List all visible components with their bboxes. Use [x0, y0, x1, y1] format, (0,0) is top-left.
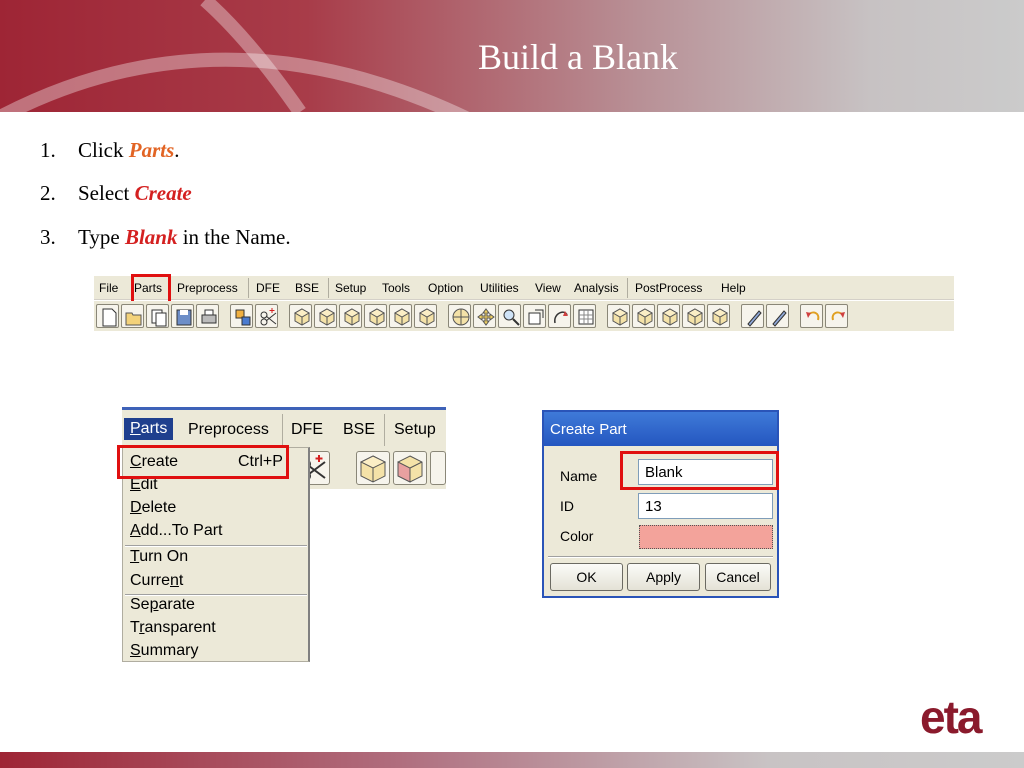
cube-view-icon[interactable] — [414, 304, 437, 328]
main-toolbar — [94, 301, 954, 331]
footer-bar — [0, 752, 1024, 768]
menu-setup[interactable]: Setup — [394, 421, 436, 439]
apply-button[interactable]: Apply — [627, 563, 700, 591]
step-text: Type — [78, 225, 125, 249]
parts-dropdown: Create Ctrl+P Edit Delete Add...To Part … — [122, 447, 310, 662]
undo-icon[interactable] — [800, 304, 823, 328]
step-keyword: Create — [134, 181, 192, 205]
create-part-dialog: Create Part Name ID Color OK Apply Cance… — [542, 410, 779, 598]
menu-parts-active[interactable]: Parts — [124, 418, 174, 440]
pen-icon[interactable] — [741, 304, 764, 328]
move-icon[interactable] — [230, 304, 253, 328]
cube-view-icon[interactable] — [682, 304, 705, 328]
menu-separator — [627, 278, 628, 298]
step-2: 2. Select Create — [40, 181, 192, 206]
step-text: Select — [78, 181, 135, 205]
step-3: 3. Type Blank in the Name. — [40, 225, 291, 250]
menu-separator — [328, 278, 329, 298]
menu-bse[interactable]: BSE — [295, 281, 319, 295]
cube-view-icon[interactable] — [632, 304, 655, 328]
zoom-box-icon[interactable] — [523, 304, 546, 328]
menu-view[interactable]: View — [535, 281, 561, 295]
dialog-separator — [548, 556, 773, 558]
menu-separator — [125, 545, 307, 547]
menu-mnemonic: P — [130, 420, 141, 437]
cube-view-icon[interactable] — [707, 304, 730, 328]
main-menubar: File Parts Preprocess DFE BSE Setup Tool… — [94, 276, 954, 300]
zoom-menubar: Parts Preprocess DFE BSE Setup — [122, 407, 446, 447]
menu-utilities[interactable]: Utilities — [480, 281, 519, 295]
cube-view-icon[interactable] — [364, 304, 387, 328]
menu-label-rest: arts — [140, 420, 168, 437]
scissors-icon[interactable] — [255, 304, 278, 328]
menu-help[interactable]: Help — [721, 281, 746, 295]
step-1: 1. Click Parts. — [40, 138, 180, 163]
dialog-titlebar[interactable]: Create Part — [544, 412, 777, 446]
cube-view-icon[interactable] — [389, 304, 412, 328]
id-field[interactable] — [638, 493, 773, 519]
highlight-name-field — [620, 451, 779, 490]
menu-tools[interactable]: Tools — [382, 281, 410, 295]
pen-icon[interactable] — [766, 304, 789, 328]
redo-icon[interactable] — [825, 304, 848, 328]
color-label: Color — [560, 528, 594, 544]
menu-dfe[interactable]: DFE — [256, 281, 280, 295]
sphere-icon[interactable] — [448, 304, 471, 328]
step-keyword: Parts — [128, 138, 175, 162]
cube-view-icon[interactable] — [289, 304, 312, 328]
menu-analysis[interactable]: Analysis — [574, 281, 619, 295]
menu-item-delete[interactable]: Delete — [130, 499, 176, 517]
step-keyword: Blank — [124, 225, 178, 249]
ok-button[interactable]: OK — [550, 563, 623, 591]
menu-separator — [384, 414, 385, 446]
dialog-title: Create Part — [550, 421, 627, 438]
print-icon[interactable] — [196, 304, 219, 328]
menu-separator — [248, 278, 249, 298]
copy-icon[interactable] — [146, 304, 169, 328]
name-label: Name — [560, 468, 598, 484]
menu-item-current[interactable]: Current — [130, 572, 183, 590]
color-swatch[interactable] — [639, 525, 773, 549]
step-text: Click — [78, 138, 129, 162]
menu-separator — [282, 414, 283, 446]
menu-option[interactable]: Option — [428, 281, 463, 295]
menu-setup[interactable]: Setup — [335, 281, 366, 295]
rotate-icon[interactable] — [548, 304, 571, 328]
menu-file[interactable]: File — [99, 281, 118, 295]
menu-item-summary[interactable]: Summary — [130, 642, 198, 660]
cube-view-icon[interactable] — [607, 304, 630, 328]
menu-item-add-to-part[interactable]: Add...To Part — [130, 522, 223, 540]
eta-logo: eta — [920, 691, 983, 743]
menu-item-separate[interactable]: Separate — [130, 596, 195, 614]
highlight-create-item — [117, 445, 289, 479]
header-banner: Build a Blank — [0, 0, 1024, 112]
cube-view-icon[interactable] — [657, 304, 680, 328]
slide-title: Build a Blank — [478, 37, 678, 77]
menu-preprocess[interactable]: Preprocess — [188, 421, 269, 439]
open-folder-icon[interactable] — [121, 304, 144, 328]
menu-item-turn-on[interactable]: Turn On — [130, 548, 188, 566]
step-text: in the Name. — [177, 225, 291, 249]
menu-preprocess[interactable]: Preprocess — [177, 281, 238, 295]
cube-view-icon[interactable] — [356, 451, 390, 485]
menu-item-transparent[interactable]: Transparent — [130, 619, 216, 637]
step-number: 2. — [40, 181, 56, 205]
step-number: 1. — [40, 138, 56, 162]
cube-view-icon[interactable] — [393, 451, 427, 485]
id-label: ID — [560, 498, 574, 514]
pan-icon[interactable] — [473, 304, 496, 328]
menu-postprocess[interactable]: PostProcess — [635, 281, 702, 295]
step-text: . — [174, 138, 180, 162]
step-number: 3. — [40, 225, 56, 249]
cancel-button[interactable]: Cancel — [705, 563, 771, 591]
menu-bse[interactable]: BSE — [343, 421, 375, 439]
cube-view-icon[interactable] — [339, 304, 362, 328]
grid-icon[interactable] — [573, 304, 596, 328]
cube-view-icon[interactable] — [430, 451, 446, 485]
save-icon[interactable] — [171, 304, 194, 328]
new-file-icon[interactable] — [96, 304, 119, 328]
menu-dfe[interactable]: DFE — [291, 421, 323, 439]
cube-view-icon[interactable] — [314, 304, 337, 328]
zoom-icon[interactable] — [498, 304, 521, 328]
